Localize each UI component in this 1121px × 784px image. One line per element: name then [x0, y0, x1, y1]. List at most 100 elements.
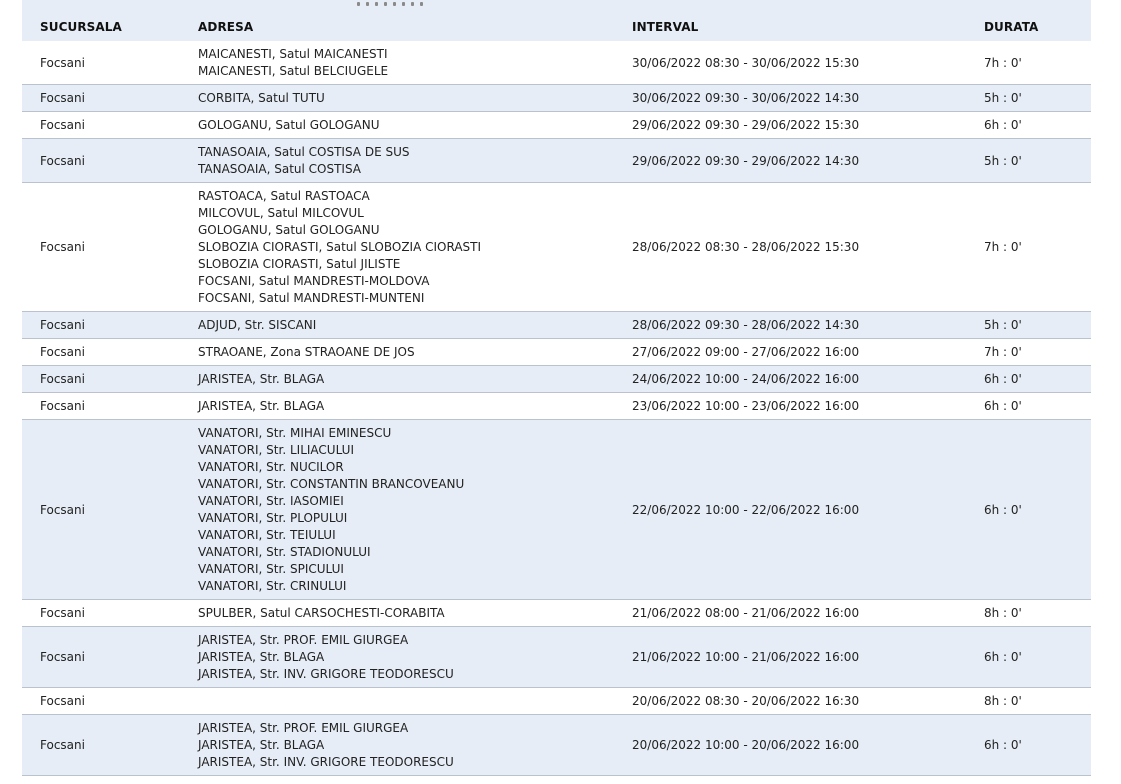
cell-duration: 6h : 0' [984, 502, 1022, 517]
table-row: Focsani ADJUD, Str. SISCANI 28/06/2022 09:… [22, 312, 1091, 339]
address-line: VANATORI, Str. MIHAI EMINESCU [198, 425, 392, 440]
cell-interval: 29/06/2022 09:30 - 29/06/2022 15:30 [632, 118, 860, 132]
cell-duration: 6h : 0' [984, 372, 1022, 386]
cell-branch: Focsani [40, 318, 85, 332]
cell-interval: 21/06/2022 10:00 - 21/06/2022 16:00 [632, 650, 860, 664]
table-row: Focsani SPULBER, Satul CARSOCHESTI-CORABI… [22, 600, 1091, 627]
cell-branch: Focsani [40, 650, 85, 664]
cell-address: GOLOGANU, Satul GOLOGANU [198, 112, 380, 138]
cell-address: RASTOACA, Satul RASTOACA MILCOVUL, Satul … [198, 183, 481, 311]
column-header-branch[interactable]: SUCURSALA [40, 20, 122, 34]
address-line: FOCSANI, Satul MANDRESTI-MOLDOVA [198, 273, 430, 288]
address-lines: JARISTEA, Str. PROF. EMIL GIURGEA JARISTE… [198, 720, 454, 771]
cell-duration: 6h : 0' [984, 650, 1022, 664]
address-line: RASTOACA, Satul RASTOACA [198, 188, 370, 203]
cell-branch: Focsani [40, 153, 85, 168]
cell-duration: 6h : 0' [984, 399, 1022, 413]
address-lines: ADJUD, Str. SISCANI [198, 317, 316, 334]
address-lines: MAICANESTI, Satul MAICANESTI MAICANESTI, … [198, 46, 388, 80]
cell-address: STRAOANE, Zona STRAOANE DE JOS [198, 339, 415, 365]
address-line: JARISTEA, Str. PROF. EMIL GIURGEA [198, 632, 409, 647]
address-line: GOLOGANU, Satul GOLOGANU [198, 117, 380, 132]
cell-address: JARISTEA, Str. PROF. EMIL GIURGEA JARISTE… [198, 715, 454, 775]
address-line: VANATORI, Str. STADIONULUI [198, 544, 371, 559]
cell-interval: 23/06/2022 10:00 - 23/06/2022 16:00 [632, 399, 860, 413]
address-lines: TANASOAIA, Satul COSTISA DE SUS TANASOAIA… [198, 144, 410, 178]
cell-interval: 27/06/2022 09:00 - 27/06/2022 16:00 [632, 345, 860, 359]
address-lines: CORBITA, Satul TUTU [198, 90, 325, 107]
table-row: Focsani JARISTEA, Str. BLAGA 23/06/2022 10… [22, 393, 1091, 420]
address-line: SPULBER, Satul CARSOCHESTI-CORABITA [198, 605, 445, 620]
cell-interval: 22/06/2022 10:00 - 22/06/2022 16:00 [632, 502, 860, 517]
cell-branch: Focsani [40, 694, 85, 708]
cell-address: JARISTEA, Str. BLAGA [198, 366, 324, 392]
cell-duration: 5h : 0' [984, 153, 1022, 168]
address-line: SLOBOZIA CIORASTI, Satul SLOBOZIA CIORAS… [198, 239, 482, 254]
table-row: Focsani CORBITA, Satul TUTU 30/06/2022 09:… [22, 85, 1091, 112]
cell-interval: 21/06/2022 08:00 - 21/06/2022 16:00 [632, 606, 860, 620]
address-line: VANATORI, Str. PLOPULUI [198, 510, 348, 525]
address-line: VANATORI, Str. SPICULUI [198, 561, 344, 576]
clipped-heading-fragment [357, 0, 447, 6]
address-line: MAICANESTI, Satul BELCIUGELE [198, 63, 389, 78]
address-line: JARISTEA, Str. BLAGA [198, 371, 325, 386]
cell-address: SPULBER, Satul CARSOCHESTI-CORABITA [198, 600, 445, 626]
cell-address: ADJUD, Str. SISCANI [198, 312, 316, 338]
cell-address: MAICANESTI, Satul MAICANESTI MAICANESTI, … [198, 41, 388, 84]
address-lines: SPULBER, Satul CARSOCHESTI-CORABITA [198, 605, 445, 622]
cell-duration: 6h : 0' [984, 118, 1022, 132]
address-line: JARISTEA, Str. BLAGA [198, 398, 325, 413]
cell-branch: Focsani [40, 55, 85, 70]
column-header-address[interactable]: ADRESA [198, 20, 253, 34]
address-line: JARISTEA, Str. PROF. EMIL GIURGEA [198, 720, 409, 735]
table-row: Focsani GOLOGANU, Satul GOLOGANU 29/06/202… [22, 112, 1091, 139]
column-header-duration[interactable]: DURATA [984, 20, 1038, 34]
table-row: Focsani JARISTEA, Str. PROF. EMIL GIURGEA… [22, 715, 1091, 776]
table-row: Focsani MAICANESTI, Satul MAICANESTI MAICA… [22, 41, 1091, 85]
cell-interval: 28/06/2022 09:30 - 28/06/2022 14:30 [632, 318, 860, 332]
cell-branch: Focsani [40, 399, 85, 413]
cell-address: CORBITA, Satul TUTU [198, 85, 325, 111]
cell-branch: Focsani [40, 118, 85, 132]
address-lines: RASTOACA, Satul RASTOACA MILCOVUL, Satul … [198, 188, 481, 307]
table-body: Focsani MAICANESTI, Satul MAICANESTI MAICA… [22, 41, 1091, 776]
cell-duration: 6h : 0' [984, 738, 1022, 752]
cell-branch: Focsani [40, 91, 85, 105]
column-header-interval[interactable]: INTERVAL [632, 20, 698, 34]
table-row: Focsani RASTOACA, Satul RASTOACA MILCOVUL,… [22, 183, 1091, 312]
cell-interval: 28/06/2022 08:30 - 28/06/2022 15:30 [632, 240, 860, 254]
table-row: Focsani STRAOANE, Zona STRAOANE DE JOS 27/… [22, 339, 1091, 366]
address-line: CORBITA, Satul TUTU [198, 90, 325, 105]
address-line: FOCSANI, Satul MANDRESTI-MUNTENI [198, 290, 425, 305]
cell-duration: 7h : 0' [984, 55, 1022, 70]
address-lines: GOLOGANU, Satul GOLOGANU [198, 117, 380, 134]
cell-branch: Focsani [40, 372, 85, 386]
cell-address: TANASOAIA, Satul COSTISA DE SUS TANASOAIA… [198, 139, 410, 182]
address-line: VANATORI, Str. TEIULUI [198, 527, 336, 542]
cell-branch: Focsani [40, 738, 85, 752]
cell-duration: 8h : 0' [984, 606, 1022, 620]
address-line: VANATORI, Str. NUCILOR [198, 459, 344, 474]
table-row: Focsani 20/06/2022 08:30 - 20/06/2022 16:… [22, 688, 1091, 715]
cell-duration: 7h : 0' [984, 240, 1022, 254]
address-line: JARISTEA, Str. BLAGA [198, 737, 325, 752]
cell-duration: 5h : 0' [984, 91, 1022, 105]
cell-interval: 30/06/2022 09:30 - 30/06/2022 14:30 [632, 91, 860, 105]
address-line: VANATORI, Str. IASOMIEI [198, 493, 344, 508]
cell-interval: 30/06/2022 08:30 - 30/06/2022 15:30 [632, 55, 860, 70]
address-line: VANATORI, Str. LILIACULUI [198, 442, 354, 457]
address-line: JARISTEA, Str. BLAGA [198, 649, 325, 664]
address-line: VANATORI, Str. CONSTANTIN BRANCOVEANU [198, 476, 465, 491]
cell-interval: 24/06/2022 10:00 - 24/06/2022 16:00 [632, 372, 860, 386]
address-line: MAICANESTI, Satul MAICANESTI [198, 46, 388, 61]
address-line: JARISTEA, Str. INV. GRIGORE TEODORESCU [198, 666, 454, 681]
address-line: TANASOAIA, Satul COSTISA [198, 161, 362, 176]
cell-interval: 20/06/2022 08:30 - 20/06/2022 16:30 [632, 694, 860, 708]
cell-interval: 20/06/2022 10:00 - 20/06/2022 16:00 [632, 738, 860, 752]
address-line: SLOBOZIA CIORASTI, Satul JILISTE [198, 256, 401, 271]
cell-branch: Focsani [40, 240, 85, 254]
cell-address: JARISTEA, Str. PROF. EMIL GIURGEA JARISTE… [198, 627, 454, 687]
address-lines: JARISTEA, Str. PROF. EMIL GIURGEA JARISTE… [198, 632, 454, 683]
address-line: VANATORI, Str. CRINULUI [198, 578, 347, 593]
address-lines: STRAOANE, Zona STRAOANE DE JOS [198, 344, 415, 361]
